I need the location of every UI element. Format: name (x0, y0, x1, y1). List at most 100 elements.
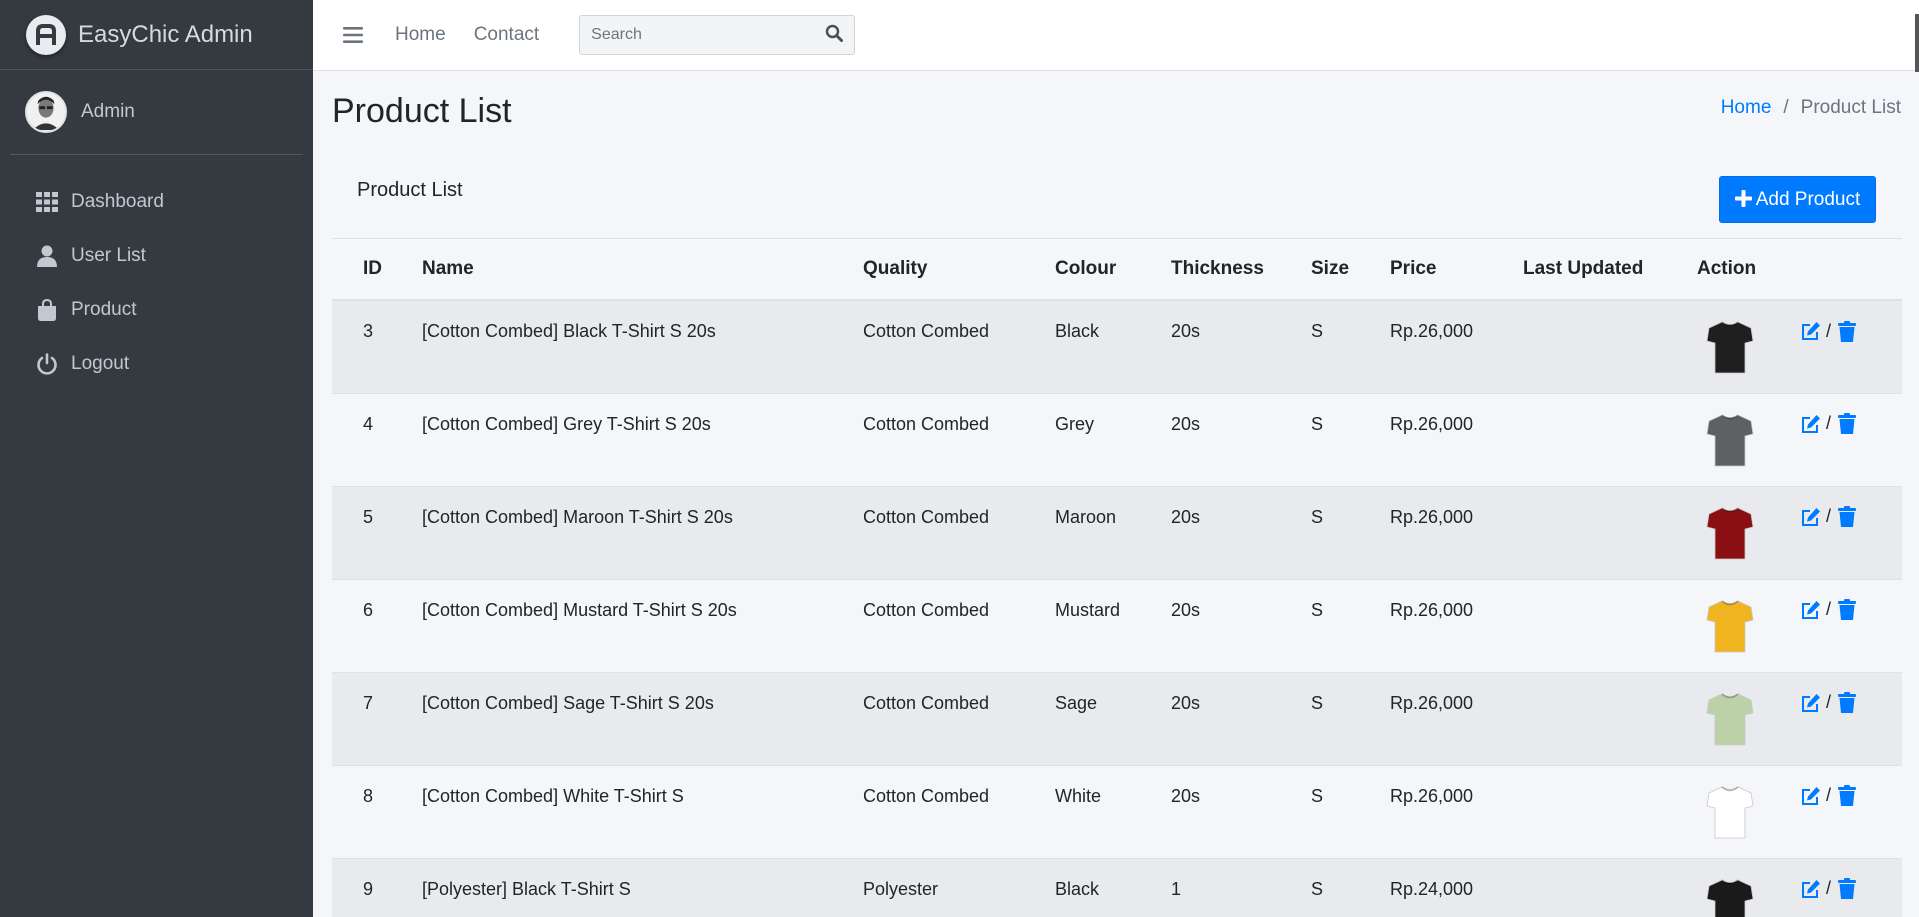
product-colour: Sage (1055, 692, 1098, 713)
product-id: 8 (363, 785, 374, 806)
product-colour: Maroon (1055, 506, 1117, 527)
cell-action: / (1798, 858, 1902, 917)
cell-image (1697, 393, 1798, 486)
column-header-quality[interactable]: Quality (863, 239, 1055, 301)
cell-name: [Cotton Combed] Sage T-Shirt S 20s (422, 672, 863, 765)
trash-icon[interactable] (1835, 598, 1859, 622)
product-thickness: 1 (1171, 878, 1182, 899)
column-header-last-updated[interactable]: Last Updated (1523, 239, 1697, 301)
product-colour: Grey (1055, 413, 1095, 434)
sidebar-item-product[interactable]: Product (0, 283, 313, 337)
add-product-button[interactable]: Add Product (1719, 176, 1876, 223)
cell-thickness: 20s (1171, 765, 1311, 858)
sidebar-item-label: User List (71, 245, 146, 266)
table-row: 7 [Cotton Combed] Sage T-Shirt S 20s Cot… (332, 672, 1902, 765)
menu-toggle-icon[interactable] (341, 23, 365, 47)
cell-price: Rp.26,000 (1390, 300, 1523, 393)
sidebar-item-logout[interactable]: Logout (0, 337, 313, 391)
sidebar-item-dashboard[interactable]: Dashboard (0, 175, 313, 229)
product-id: 9 (363, 878, 374, 899)
table-row: 3 [Cotton Combed] Black T-Shirt S 20s Co… (332, 300, 1902, 393)
product-quality: Polyester (863, 878, 939, 899)
user-icon (35, 244, 59, 268)
table-header-row: ID Name Quality Colour Thickness Size Pr… (332, 239, 1902, 301)
product-thickness: 20s (1171, 692, 1201, 713)
product-last-updated (1523, 301, 1697, 321)
search-button[interactable] (814, 16, 854, 54)
breadcrumb-separator: / (1783, 97, 1789, 118)
cell-image (1697, 765, 1798, 858)
product-quality: Cotton Combed (863, 321, 990, 341)
brand-link[interactable]: EasyChic Admin (0, 0, 313, 70)
plus-icon (1734, 189, 1752, 211)
edit-icon[interactable] (1798, 412, 1822, 436)
breadcrumb: Home / Product List (1721, 97, 1901, 119)
cell-colour: White (1055, 765, 1171, 858)
nav-link-contact[interactable]: Contact (474, 24, 539, 46)
cell-quality: Cotton Combed (863, 393, 1055, 486)
product-size: S (1311, 878, 1324, 899)
row-actions: / (1798, 487, 1902, 529)
trash-icon[interactable] (1835, 319, 1859, 343)
card-header: Product List Add Product (332, 160, 1902, 239)
cell-colour: Black (1055, 858, 1171, 917)
trash-icon[interactable] (1835, 412, 1859, 436)
cell-name: [Cotton Combed] Black T-Shirt S 20s (422, 300, 863, 393)
sidebar-item-user-list[interactable]: User List (0, 229, 313, 283)
column-header-size[interactable]: Size (1311, 239, 1390, 301)
product-name: [Cotton Combed] White T-Shirt S (422, 785, 684, 806)
product-colour: Mustard (1055, 599, 1121, 620)
cell-colour: Grey (1055, 393, 1171, 486)
trash-icon[interactable] (1835, 505, 1859, 529)
cell-thickness: 20s (1171, 579, 1311, 672)
search-form (579, 15, 856, 55)
cell-name: [Cotton Combed] Mustard T-Shirt S 20s (422, 579, 863, 672)
scrollbar[interactable] (1915, 14, 1919, 72)
cell-thickness: 20s (1171, 393, 1311, 486)
cell-image (1697, 858, 1798, 917)
column-header-id[interactable]: ID (332, 239, 422, 301)
column-header-colour[interactable]: Colour (1055, 239, 1171, 301)
edit-icon[interactable] (1798, 598, 1822, 622)
page-title: Product List (332, 92, 512, 130)
product-id: 5 (363, 506, 374, 527)
edit-icon[interactable] (1798, 784, 1822, 808)
shopping-bag-icon (35, 298, 59, 322)
product-thickness: 20s (1171, 321, 1201, 341)
column-header-thickness[interactable]: Thickness (1171, 239, 1311, 301)
column-header-blank (1798, 239, 1902, 301)
card-title: Product List (357, 179, 463, 201)
cell-id: 6 (332, 579, 422, 672)
cell-price: Rp.26,000 (1390, 765, 1523, 858)
cell-id: 8 (332, 765, 422, 858)
edit-icon[interactable] (1798, 691, 1822, 715)
column-header-price[interactable]: Price (1390, 239, 1523, 301)
search-input[interactable] (580, 16, 815, 54)
product-id: 6 (363, 599, 374, 620)
product-image (1706, 691, 1798, 752)
brand-name: EasyChic Admin (78, 20, 253, 48)
trash-icon[interactable] (1835, 691, 1859, 715)
add-product-label: Add Product (1755, 188, 1861, 210)
product-last-updated (1523, 766, 1697, 786)
column-header-name[interactable]: Name (422, 239, 863, 301)
edit-icon[interactable] (1798, 877, 1822, 901)
cell-thickness: 1 (1171, 858, 1311, 917)
product-name: [Polyester] Black T-Shirt S (422, 878, 631, 899)
trash-icon[interactable] (1835, 784, 1859, 808)
user-panel[interactable]: Admin (10, 70, 303, 155)
action-separator: / (1826, 785, 1832, 805)
nav-link-home[interactable]: Home (395, 24, 446, 46)
power-icon (35, 352, 59, 376)
product-price: Rp.26,000 (1390, 599, 1474, 620)
sidebar: EasyChic Admin Admin Dashboard User List… (0, 0, 313, 917)
grid-icon (35, 190, 59, 214)
trash-icon[interactable] (1835, 877, 1859, 901)
cell-last-updated (1523, 579, 1697, 672)
edit-icon[interactable] (1798, 319, 1822, 343)
breadcrumb-home[interactable]: Home (1721, 97, 1772, 119)
edit-icon[interactable] (1798, 505, 1822, 529)
cell-id: 3 (332, 300, 422, 393)
product-image (1706, 598, 1798, 659)
table-row: 9 [Polyester] Black T-Shirt S Polyester … (332, 858, 1902, 917)
